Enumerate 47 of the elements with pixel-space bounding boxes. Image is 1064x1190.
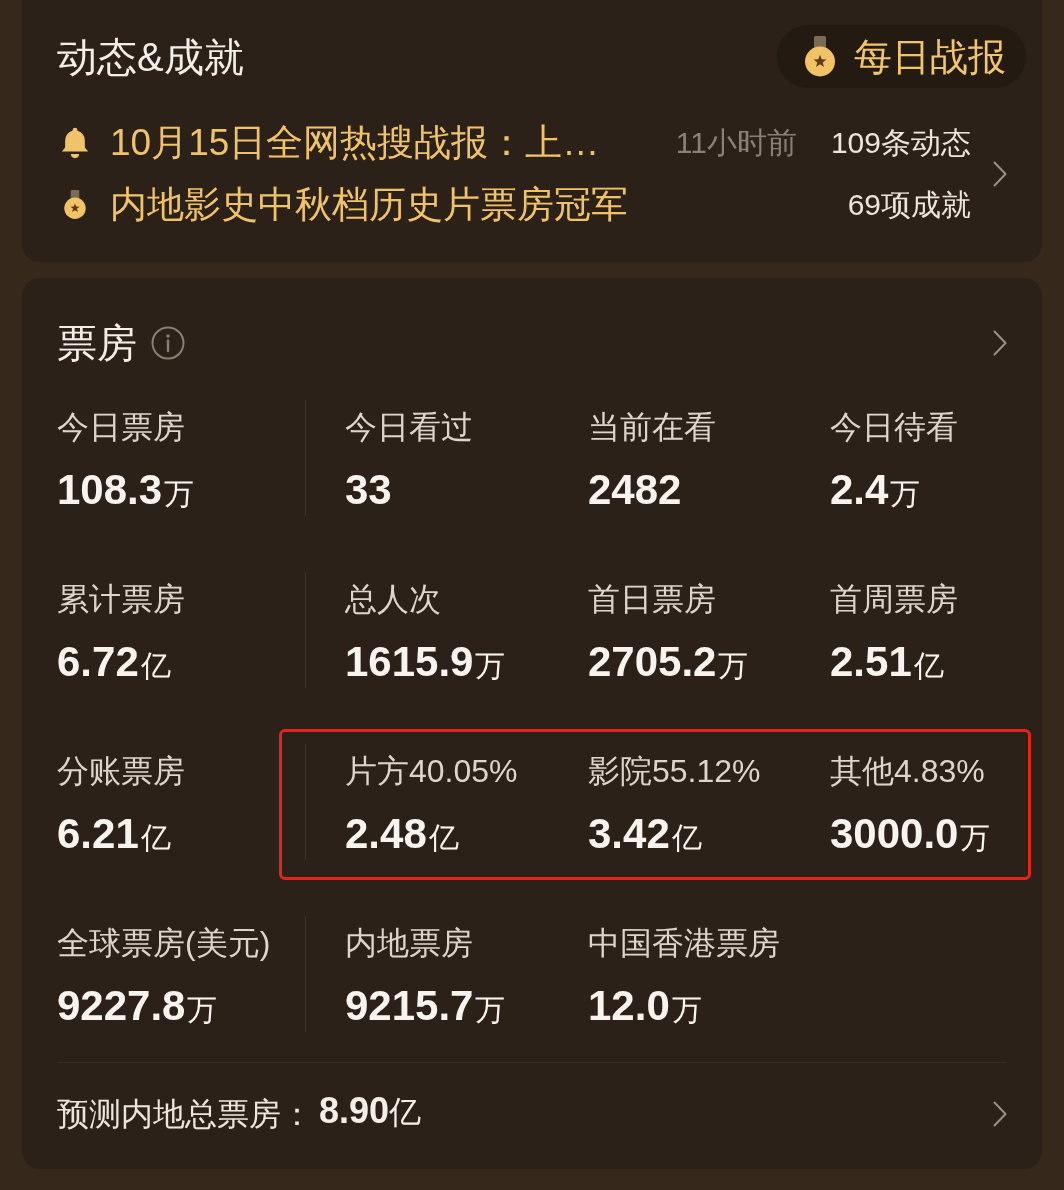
forecast-value: 8.90亿 bbox=[319, 1088, 422, 1133]
stat-value: 9215.7万 bbox=[345, 981, 506, 1031]
section-title: 票房 bbox=[57, 320, 137, 367]
stat-label: 今日看过 bbox=[345, 408, 473, 447]
daily-report-button[interactable]: 每日战报 bbox=[777, 25, 1026, 88]
chevron-right-icon[interactable] bbox=[993, 1101, 1007, 1127]
time-text: 11小时前 bbox=[675, 125, 797, 161]
stat-label: 累计票房 bbox=[57, 580, 185, 619]
chevron-right-icon[interactable] bbox=[993, 161, 1007, 187]
medal-icon bbox=[62, 190, 88, 220]
bell-icon bbox=[61, 127, 89, 159]
stat-value: 2482 bbox=[588, 465, 682, 515]
stat-label: 当前在看 bbox=[588, 408, 716, 447]
stat-value: 33 bbox=[345, 465, 392, 515]
stat-label: 影院55.12% bbox=[588, 752, 761, 791]
stat-label: 今日票房 bbox=[57, 408, 185, 447]
stat-label: 其他4.83% bbox=[830, 752, 985, 791]
stat-label: 分账票房 bbox=[57, 752, 185, 791]
info-icon[interactable] bbox=[151, 326, 185, 360]
stat-label: 全球票房(美元) bbox=[57, 924, 271, 963]
stat-label: 首日票房 bbox=[588, 580, 716, 619]
section-title: 动态&成就 bbox=[57, 33, 244, 81]
count-text: 109条动态 bbox=[830, 125, 971, 161]
feed-text: 10月15日全网热搜战报：上… bbox=[110, 121, 600, 165]
stat-label: 内地票房 bbox=[345, 924, 473, 963]
stat-value: 2.51亿 bbox=[830, 637, 944, 687]
stat-value: 108.3万 bbox=[57, 465, 195, 515]
stat-value: 1615.9万 bbox=[345, 637, 506, 687]
count-text: 69项成就 bbox=[847, 187, 971, 223]
feed-text: 内地影史中秋档历史片票房冠军 bbox=[110, 183, 628, 227]
stat-label: 总人次 bbox=[345, 580, 441, 619]
stat-value: 3000.0万 bbox=[830, 809, 991, 859]
chevron-right-icon[interactable] bbox=[993, 330, 1007, 356]
stat-value: 2705.2万 bbox=[588, 637, 749, 687]
stat-value: 2.4万 bbox=[830, 465, 921, 515]
stat-value: 6.72亿 bbox=[57, 637, 171, 687]
stat-value: 2.48亿 bbox=[345, 809, 459, 859]
stat-value: 12.0万 bbox=[588, 981, 702, 1031]
stat-value: 9227.8万 bbox=[57, 981, 218, 1031]
forecast-label: 预测内地总票房： bbox=[57, 1095, 313, 1134]
stat-value: 3.42亿 bbox=[588, 809, 702, 859]
stat-label: 中国香港票房 bbox=[588, 924, 780, 963]
stat-label: 今日待看 bbox=[830, 408, 958, 447]
medal-icon bbox=[802, 35, 838, 78]
stat-label: 首周票房 bbox=[830, 580, 958, 619]
stat-label: 片方40.05% bbox=[345, 752, 518, 791]
stat-value: 6.21亿 bbox=[57, 809, 171, 859]
